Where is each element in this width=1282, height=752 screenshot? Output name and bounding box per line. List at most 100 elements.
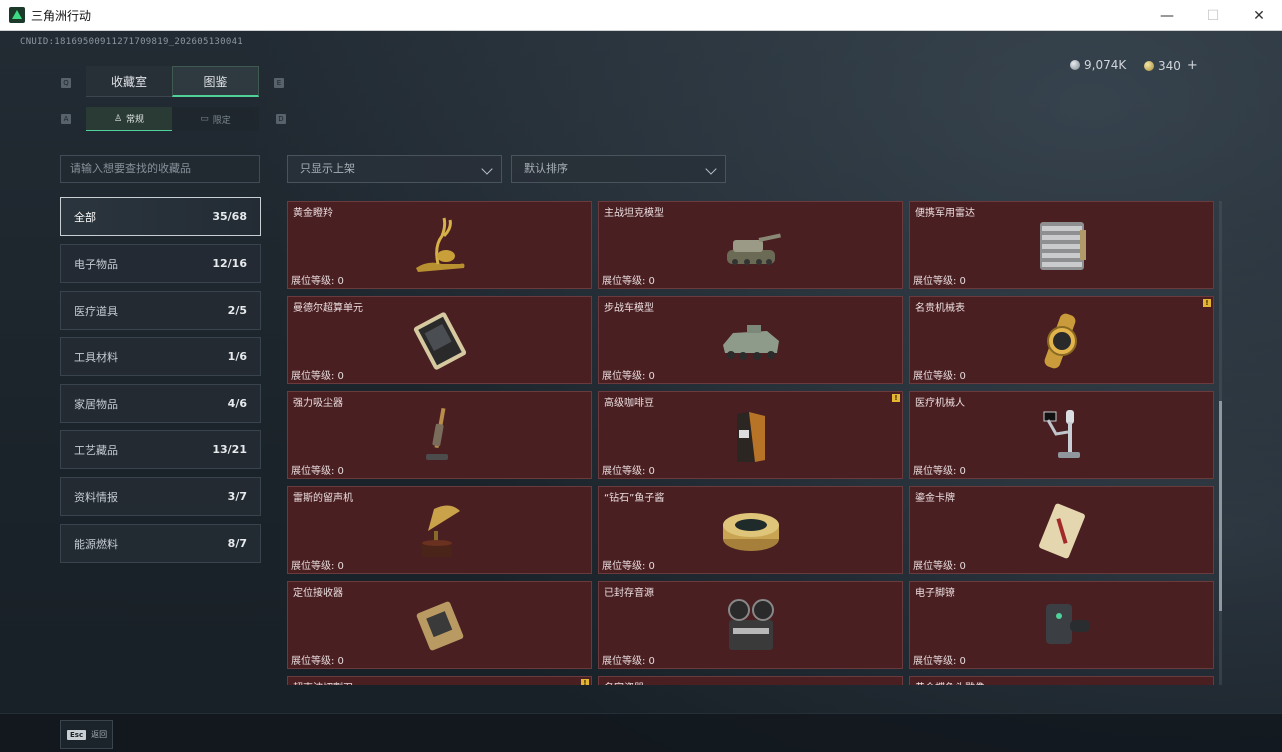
collectibles-grid: 黄金瞪羚 展位等级: 0 主战坦克模型 展位等级: 0 便携军用雷达 展位等级: 0 曼德尔… xyxy=(287,201,1217,685)
portable-radar-icon xyxy=(1029,215,1095,277)
category-crafts[interactable]: 工艺藏品 13/21 xyxy=(60,430,261,469)
collectible-card[interactable]: 医疗机械人展位等级: 0 xyxy=(909,391,1214,479)
silver-coin-icon xyxy=(1070,60,1080,70)
key-hint-d: D xyxy=(276,114,286,124)
bottom-bar: Esc 返回 xyxy=(0,713,1282,752)
key-hint-q: Q xyxy=(61,78,71,88)
category-count: 13/21 xyxy=(212,443,247,456)
subtab-limited[interactable]: ▭ 限定 xyxy=(172,107,259,131)
search-input[interactable]: 请输入想要查找的收藏品 xyxy=(60,155,260,183)
medical-robot-icon xyxy=(1029,405,1095,467)
maximize-button[interactable]: ☐ xyxy=(1190,0,1236,31)
tab-collection-room[interactable]: 收藏室 xyxy=(86,66,172,97)
minimize-button[interactable]: — xyxy=(1144,0,1190,31)
collectible-name: 超声波切割刀 xyxy=(293,679,353,685)
collectible-name: 曼德尔超算单元 xyxy=(293,303,363,314)
window-title: 三角洲行动 xyxy=(31,8,92,23)
gilded-card-icon xyxy=(1029,500,1095,562)
collectible-card[interactable]: 定位接收器展位等级: 0 xyxy=(287,581,592,669)
collectible-name: “钻石”鱼子酱 xyxy=(604,493,665,504)
category-energy[interactable]: 能源燃料 8/7 xyxy=(60,524,261,563)
collectible-card[interactable]: 主战坦克模型 展位等级: 0 xyxy=(598,201,903,289)
new-badge-icon: ! xyxy=(581,679,589,685)
window-title-bar: 三角洲行动 — ☐ ✕ xyxy=(0,0,1282,31)
collectible-card[interactable]: 超声波切割刀! xyxy=(287,676,592,685)
caviar-tin-icon xyxy=(718,500,784,562)
category-count: 1/6 xyxy=(227,350,247,363)
collectible-card[interactable]: “钻石”鱼子酱 展位等级: 0 xyxy=(598,486,903,574)
category-tools[interactable]: 工具材料 1/6 xyxy=(60,337,261,376)
category-count: 2/5 xyxy=(227,304,247,317)
category-label: 资料情报 xyxy=(74,490,118,504)
collectible-name: 高级咖啡豆 xyxy=(604,398,654,409)
display-level: 展位等级: 0 xyxy=(913,656,966,667)
collectible-card[interactable]: 黄金瞪羚展位等级: 0 xyxy=(287,201,592,289)
collectible-name: 主战坦克模型 xyxy=(604,208,664,219)
collectible-card[interactable]: 雷斯的留声机 展位等级: 0 xyxy=(287,486,592,574)
key-hint-a: A xyxy=(61,114,71,124)
window-controls: — ☐ ✕ xyxy=(1144,0,1282,31)
collectible-card[interactable]: 电子脚镣展位等级: 0 xyxy=(909,581,1214,669)
display-level: 展位等级: 0 xyxy=(913,276,966,287)
collectible-card[interactable]: 名贵机械表 展位等级: 0! xyxy=(909,296,1214,384)
sort-dropdown[interactable]: 默认排序 xyxy=(511,155,726,183)
collectible-name: 医疗机械人 xyxy=(915,398,965,409)
collectible-name: 步战车模型 xyxy=(604,303,654,314)
category-intel[interactable]: 资料情报 3/7 xyxy=(60,477,261,516)
collectible-card[interactable]: 名家瓷器 xyxy=(598,676,903,685)
display-level: 展位等级: 0 xyxy=(291,466,344,477)
electronic-anklet-icon xyxy=(1029,595,1095,657)
collectible-name: 定位接收器 xyxy=(293,588,343,599)
category-label: 电子物品 xyxy=(74,257,118,271)
back-button[interactable]: Esc 返回 xyxy=(60,720,113,749)
scrollbar-thumb[interactable] xyxy=(1219,401,1222,611)
collectible-name: 黄金瞪羚 xyxy=(293,208,333,219)
category-medical[interactable]: 医疗道具 2/5 xyxy=(60,291,261,330)
collectible-card[interactable]: 鎏金卡牌展位等级: 0 xyxy=(909,486,1214,574)
collectible-card[interactable]: 已封存音源 展位等级: 0 xyxy=(598,581,903,669)
collectible-name: 黄金蝶鱼头雕像 xyxy=(915,679,985,685)
category-count: 35/68 xyxy=(212,210,247,223)
display-level: 展位等级: 0 xyxy=(913,466,966,477)
category-label: 医疗道具 xyxy=(74,304,118,318)
category-count: 3/7 xyxy=(227,490,247,503)
box-icon: ▭ xyxy=(200,114,209,124)
ifv-model-icon xyxy=(718,310,784,372)
filter-display-dropdown[interactable]: 只显示上架 xyxy=(287,155,502,183)
chevron-down-icon xyxy=(705,163,717,175)
display-level: 展位等级: 0 xyxy=(602,276,655,287)
category-electronics[interactable]: 电子物品 12/16 xyxy=(60,244,261,283)
category-all[interactable]: 全部 35/68 xyxy=(60,197,261,236)
collectible-card[interactable]: 强力吸尘器 展位等级: 0 xyxy=(287,391,592,479)
category-household[interactable]: 家居物品 4/6 xyxy=(60,384,261,423)
currency-gold: 340 + xyxy=(1144,58,1198,73)
collectible-card[interactable]: 曼德尔超算单元 展位等级: 0 xyxy=(287,296,592,384)
close-button[interactable]: ✕ xyxy=(1236,0,1282,31)
back-label: 返回 xyxy=(91,730,108,739)
display-level: 展位等级: 0 xyxy=(291,656,344,667)
category-count: 8/7 xyxy=(227,537,247,550)
collectible-card[interactable]: 便携军用雷达 展位等级: 0 xyxy=(909,201,1214,289)
collectible-card[interactable]: 高级咖啡豆 展位等级: 0! xyxy=(598,391,903,479)
add-currency-button[interactable]: + xyxy=(1187,58,1198,73)
app-logo-icon xyxy=(9,7,25,23)
collectible-name: 电子脚镣 xyxy=(915,588,955,599)
collectible-card[interactable]: 步战车模型 展位等级: 0 xyxy=(598,296,903,384)
display-level: 展位等级: 0 xyxy=(291,371,344,382)
new-badge-icon: ! xyxy=(892,394,900,402)
currency-gold-value: 340 xyxy=(1158,58,1181,73)
collectible-name: 鎏金卡牌 xyxy=(915,493,955,504)
category-label: 工艺藏品 xyxy=(74,443,118,457)
display-level: 展位等级: 0 xyxy=(291,561,344,572)
game-viewport: CNUID:1816950091127170981​9_202605130041… xyxy=(0,31,1282,752)
display-level: 展位等级: 0 xyxy=(913,371,966,382)
category-label: 能源燃料 xyxy=(74,537,118,551)
grid-scrollbar[interactable] xyxy=(1219,201,1222,685)
display-level: 展位等级: 0 xyxy=(913,561,966,572)
tab-codex[interactable]: 图鉴 xyxy=(172,66,259,97)
currency-silver-value: 9,074K xyxy=(1084,58,1127,72)
display-level: 展位等级: 0 xyxy=(291,276,344,287)
subtab-regular[interactable]: ♙ 常规 xyxy=(86,107,172,131)
reel-recorder-icon xyxy=(718,595,784,657)
collectible-card[interactable]: 黄金蝶鱼头雕像 xyxy=(909,676,1214,685)
